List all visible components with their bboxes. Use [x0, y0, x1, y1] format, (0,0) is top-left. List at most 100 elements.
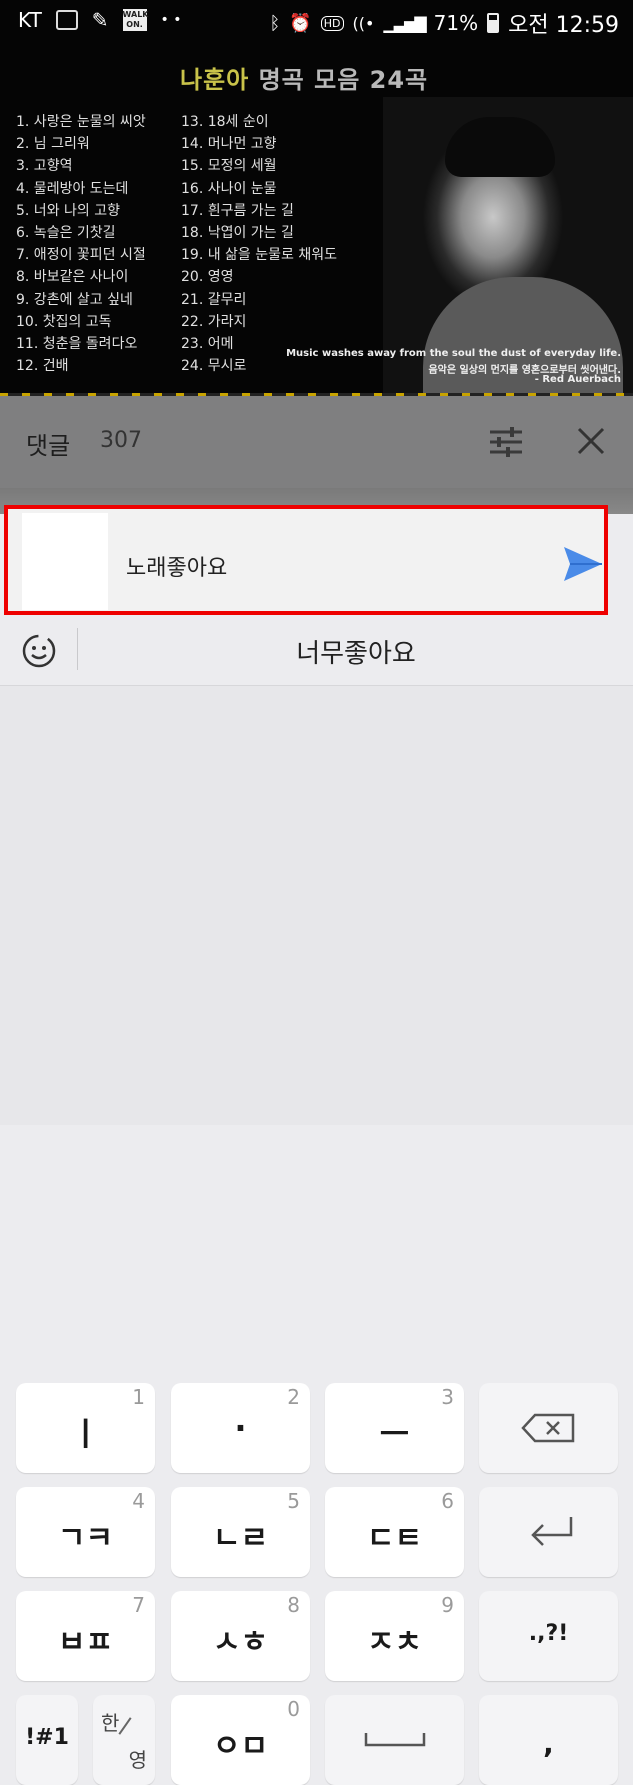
sort-filter-icon[interactable]	[488, 424, 524, 460]
battery-icon	[487, 13, 500, 33]
battery-percent: 71%	[433, 11, 479, 35]
key[interactable]: !#1	[16, 1695, 78, 1785]
key-label: ㅣ	[70, 1415, 101, 1453]
key[interactable]: ㄴㄹ 5	[171, 1487, 310, 1577]
close-icon[interactable]	[574, 424, 608, 458]
key-label: ㅡ	[379, 1415, 410, 1453]
space-key[interactable]	[325, 1695, 464, 1785]
track-item: 22. 가라지	[181, 313, 247, 330]
send-icon[interactable]	[562, 545, 604, 583]
key-number: 7	[132, 1593, 145, 1617]
comments-header	[0, 396, 633, 488]
key[interactable]: .,?!	[479, 1591, 618, 1681]
key[interactable]: ㅅㅎ 8	[171, 1591, 310, 1681]
comments-title: 댓글	[26, 432, 71, 460]
track-item: 20. 영영	[181, 269, 234, 286]
clock: 오전 12:59	[508, 13, 619, 38]
track-item: 21. 갈무리	[181, 291, 247, 308]
key-slash	[118, 1717, 132, 1735]
key[interactable]: ㅡ3	[325, 1383, 464, 1473]
track-item: 9. 강촌에 살고 싶네	[16, 291, 133, 308]
key[interactable]: ㄱㅋ 4	[16, 1487, 155, 1577]
walk-on-badge: WALK ON.	[122, 9, 149, 31]
track-item: 15. 모정의 세월	[181, 158, 277, 175]
status-right: ᛒ ⏰ HD ((• ▁▃▅▇ 71% 오전 12:59	[270, 7, 619, 39]
gallery-icon	[55, 10, 78, 30]
key-label-eng: 영	[128, 1748, 147, 1772]
photo-hair	[445, 117, 555, 177]
comments-count: 307	[100, 428, 142, 453]
track-item: 14. 머나먼 고향	[181, 136, 277, 153]
key[interactable]: ㄷㅌ 6	[325, 1487, 464, 1577]
key-number: 5	[287, 1489, 300, 1513]
carrier-label: KT	[18, 8, 42, 32]
key-label-han: 한	[101, 1711, 120, 1735]
key-label: ㄴㄹ	[212, 1521, 269, 1556]
track-item: 2. 님 그리워	[16, 136, 90, 153]
track-item: 12. 건배	[16, 358, 69, 375]
keyboard: ㅣ 1 · 2 ㅡ 3 ㄱㅋ 4 ㄴㄹ 5 ㄷㅌ 6 ㅂㅍ 7 ㅅㅎ 8 ㅈㅊ 9.,?! !#1 한 영 ㅇㅁ 0,	[0, 686, 633, 1785]
track-item: 11. 청춘을 돌려다오	[16, 336, 138, 352]
track-item: 17. 흰구름 가는 길	[181, 202, 294, 219]
key[interactable]: ㅈㅊ 9	[325, 1591, 464, 1681]
track-item: 19. 내 삶을 눈물로 채워도	[181, 247, 337, 264]
key[interactable]: ,	[479, 1695, 618, 1785]
track-item: 7. 애정이 꽃피던 시절	[16, 247, 146, 264]
avatar	[22, 513, 108, 610]
key[interactable]: · 2	[171, 1383, 310, 1473]
feather-icon: ✎	[91, 8, 109, 32]
alarm-icon: ⏰	[289, 12, 312, 34]
quote-english: Music washes away from the soul the dust…	[286, 348, 621, 359]
video-player[interactable]: KT ✎ WALK ON. • • ᛒ ⏰ HD ((• ▁▃▅▇ 71% 오전…	[0, 0, 633, 396]
track-item: 16. 사나이 눈물	[181, 180, 277, 197]
enter-key[interactable]	[479, 1487, 618, 1577]
video-title: 나훈아 명곡 모음 24곡	[180, 60, 428, 95]
space-icon	[325, 1695, 464, 1785]
key-number: 1	[132, 1385, 145, 1409]
key-number: 2	[287, 1385, 300, 1409]
backspace-icon	[479, 1383, 618, 1473]
key[interactable]: 한영	[93, 1695, 155, 1785]
track-item: 10. 찻집의 고독	[16, 313, 112, 330]
key-number: 3	[441, 1385, 454, 1409]
key-number: 6	[441, 1489, 454, 1513]
track-item: 6. 녹슬은 기찻길	[16, 225, 116, 241]
key-label: ,	[543, 1727, 554, 1760]
key-number: 0	[287, 1697, 300, 1721]
video-title-rest: 명곡 모음 24곡	[249, 66, 429, 94]
track-item: 24. 무시로	[181, 358, 247, 375]
quote-author: - Red Auerbach	[534, 374, 621, 385]
status-bar: KT ✎ WALK ON. • • ᛒ ⏰ HD ((• ▁▃▅▇ 71% 오전…	[0, 0, 633, 44]
key[interactable]: ㅇㅁ 0	[171, 1695, 310, 1785]
key-label: ㅇㅁ	[212, 1729, 269, 1764]
track-item: 5. 너와 나의 고향	[16, 202, 120, 219]
wifi-icon: ((•	[352, 13, 375, 33]
track-item: 23. 어메	[181, 336, 234, 352]
key[interactable]: ㅣ1	[16, 1383, 155, 1473]
key-label: !#1	[25, 1725, 69, 1750]
track-item: 18. 낙엽이 가는 길	[181, 225, 294, 241]
bluetooth-icon: ᛒ	[269, 12, 281, 34]
key-label: .,?!	[528, 1621, 569, 1646]
enter-icon	[479, 1487, 618, 1577]
track-item: 4. 물레방아 도는데	[16, 180, 129, 197]
status-left: KT ✎ WALK ON. • •	[18, 8, 182, 32]
key-label: ㅈㅊ	[366, 1625, 423, 1660]
key-number: 9	[441, 1593, 454, 1617]
key-number: 4	[132, 1489, 145, 1513]
key-label: ·	[234, 1409, 247, 1447]
key-number: 8	[287, 1593, 300, 1617]
backspace-key[interactable]	[479, 1383, 618, 1473]
signal-icon: ▁▃▅▇	[383, 13, 426, 33]
track-item: 1. 사랑은 눈물의 씨앗	[16, 114, 146, 130]
video-title-artist: 나훈아	[180, 66, 250, 94]
comment-input[interactable]: 노래좋아요	[126, 550, 227, 582]
key-label: ㄱㅋ	[57, 1521, 114, 1556]
suggestion-word[interactable]: 너무좋아요	[0, 633, 633, 670]
hd-voice-icon: HD	[320, 15, 344, 31]
more-notifications-icon: • •	[160, 12, 182, 28]
key-label: ㄷㅌ	[366, 1521, 423, 1556]
key-label: ㅂㅍ	[57, 1625, 114, 1660]
key-label: ㅅㅎ	[212, 1625, 269, 1660]
key[interactable]: ㅂㅍ 7	[16, 1591, 155, 1681]
